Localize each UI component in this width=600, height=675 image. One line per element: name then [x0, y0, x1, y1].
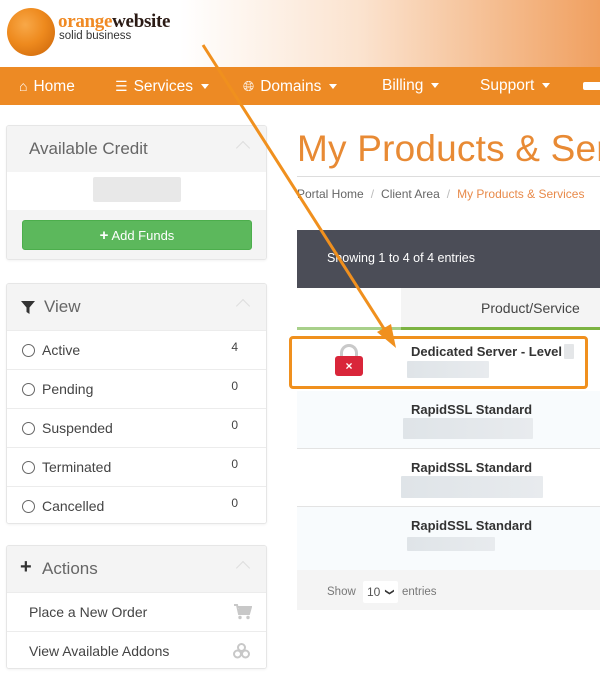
nav-services[interactable]: ☰ Services [115, 67, 209, 105]
page: orangewebsite solid business ⌂ Home ☰ Serv… [0, 0, 600, 675]
filter-active[interactable]: Active 4 [7, 330, 266, 369]
showing-entries-text: Showing 1 to 4 of 4 entries [327, 251, 476, 265]
header-underline [297, 327, 401, 330]
nav-domains[interactable]: 🌐︎ Domains [243, 67, 338, 105]
cart-icon [234, 604, 252, 620]
plus-icon: + [20, 556, 32, 578]
count-badge: 0 [231, 379, 238, 393]
chevron-down-icon: ❯ [385, 588, 396, 596]
product-name: RapidSSL Standard [411, 518, 533, 533]
actions-panel-header[interactable]: Actions + [7, 546, 266, 592]
credit-value-redacted [93, 177, 181, 202]
radio-icon[interactable] [22, 383, 35, 396]
bars-icon: ☰ [115, 78, 128, 94]
caret-down-icon [329, 84, 338, 90]
title-divider [297, 176, 600, 177]
credit-amount [7, 172, 266, 210]
product-domain-redacted [401, 476, 543, 498]
caret-down-icon [542, 83, 551, 89]
product-name: Dedicated Server - Level [411, 344, 563, 359]
radio-icon[interactable] [22, 344, 35, 357]
breadcrumb-current: My Products & Services [457, 187, 585, 201]
filter-icon [21, 301, 35, 314]
chevron-up-icon[interactable] [235, 298, 251, 314]
product-name: RapidSSL Standard [411, 460, 533, 475]
credit-panel-title: Available Credit [29, 139, 148, 158]
breadcrumb-separator: / [370, 187, 375, 201]
count-badge: 0 [231, 457, 238, 471]
locked-icon: × [335, 344, 363, 376]
table-row[interactable]: RapidSSL Standard [297, 391, 600, 449]
actions-panel-title: Actions [42, 559, 98, 578]
radio-icon[interactable] [22, 422, 35, 435]
chevron-up-icon[interactable] [235, 140, 251, 156]
view-panel-header[interactable]: View [7, 284, 266, 330]
view-panel-title: View [44, 297, 81, 316]
main-nav: ⌂ Home ☰ Services 🌐︎ Domains Billing Suppor… [0, 67, 600, 105]
table-info-bar: Showing 1 to 4 of 4 entries [297, 230, 600, 288]
page-size-select[interactable]: 10 ❯ [363, 581, 398, 603]
nav-billing[interactable]: Billing [382, 67, 440, 105]
view-filter-panel: View Active 4 Pending 0 Suspended 0 Term… [6, 283, 267, 524]
breadcrumb-separator: / [446, 187, 451, 201]
caret-down-icon [431, 83, 440, 89]
table-row[interactable]: RapidSSL Standard [297, 507, 600, 570]
product-domain-redacted [407, 361, 489, 378]
product-domain-redacted [403, 418, 533, 439]
product-name: RapidSSL Standard [411, 402, 533, 417]
radio-icon[interactable] [22, 461, 35, 474]
credit-panel-footer: + Add Funds [7, 210, 266, 259]
filter-cancelled[interactable]: Cancelled 0 [7, 486, 266, 523]
nav-home[interactable]: ⌂ Home [19, 67, 75, 105]
credit-panel: Available Credit + Add Funds [6, 125, 267, 260]
filter-terminated[interactable]: Terminated 0 [7, 447, 266, 486]
count-badge: 0 [231, 496, 238, 510]
breadcrumb-portal-home[interactable]: Portal Home [297, 187, 364, 201]
lock-body: × [335, 356, 363, 376]
plus-icon: + [99, 227, 109, 244]
action-view-addons[interactable]: View Available Addons [7, 631, 266, 668]
column-header-product[interactable]: Product/Service [401, 288, 600, 330]
logo-orange-icon[interactable] [7, 8, 55, 56]
filter-suspended[interactable]: Suspended 0 [7, 408, 266, 447]
globe-icon: 🌐︎ [243, 78, 255, 94]
table-row[interactable]: RapidSSL Standard [297, 449, 600, 507]
chevron-up-icon[interactable] [235, 560, 251, 576]
table-header-row: Product/Service [297, 288, 600, 330]
action-place-new-order[interactable]: Place a New Order [7, 592, 266, 631]
caret-down-icon [201, 84, 209, 90]
breadcrumb-client-area[interactable]: Client Area [381, 187, 440, 201]
logo-tagline: solid business [59, 30, 132, 42]
nav-more-icon[interactable] [583, 82, 600, 90]
product-domain-redacted [407, 537, 495, 551]
entries-label: entries [402, 586, 437, 598]
nav-support[interactable]: Support [480, 67, 551, 105]
add-funds-button[interactable]: + Add Funds [22, 220, 252, 250]
product-name-redacted [564, 344, 574, 359]
table-footer: Show 10 ❯ entries [297, 570, 600, 610]
count-badge: 4 [231, 340, 238, 354]
page-title: My Products & Services [297, 128, 600, 169]
radio-icon[interactable] [22, 500, 35, 513]
breadcrumb: Portal Home / Client Area / My Products & Se… [297, 187, 584, 201]
credit-panel-header[interactable]: Available Credit [7, 126, 266, 172]
actions-panel: Actions + Place a New Order View Availab… [6, 545, 267, 669]
count-badge: 0 [231, 418, 238, 432]
home-icon: ⌂ [19, 78, 28, 94]
filter-pending[interactable]: Pending 0 [7, 369, 266, 408]
site-header: orangewebsite solid business [0, 0, 600, 67]
cubes-icon [233, 643, 250, 659]
show-label: Show [327, 586, 356, 598]
